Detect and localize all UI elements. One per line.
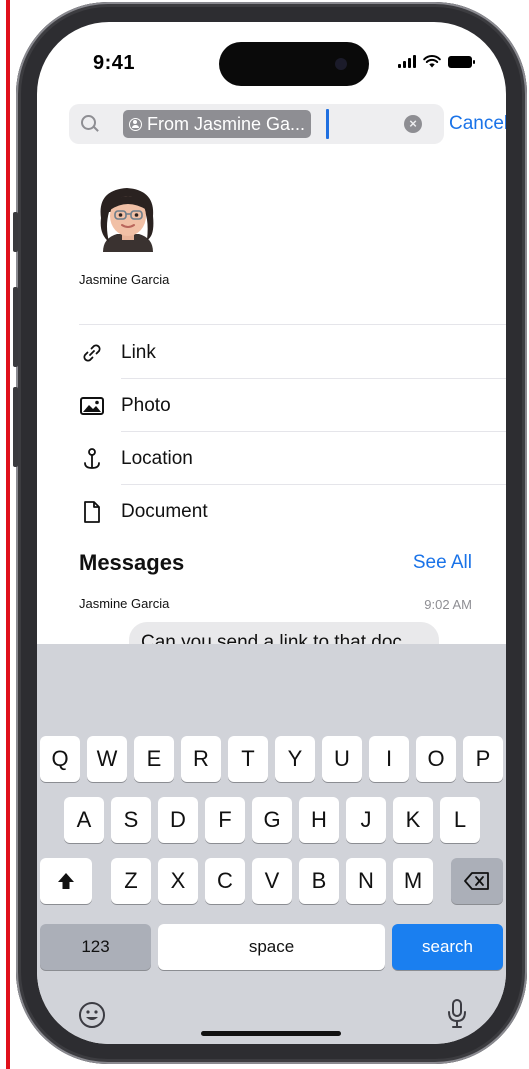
keyboard: Q W E R T Y U I O P A S D F G H J K L Z … [37, 644, 506, 1044]
search-key[interactable]: search [392, 924, 503, 970]
key-q[interactable]: Q [40, 736, 80, 782]
text-cursor [326, 109, 329, 139]
key-r[interactable]: R [181, 736, 221, 782]
key-g[interactable]: G [252, 797, 292, 843]
screen: 9:41 From Jasmine Ga... × Cancel Jasmine… [37, 22, 506, 1044]
numbers-key[interactable]: 123 [40, 924, 151, 970]
document-icon [79, 499, 105, 525]
emoji-icon[interactable] [77, 1000, 107, 1030]
clear-icon[interactable]: × [404, 115, 422, 133]
key-d[interactable]: D [158, 797, 198, 843]
category-label: Photo [121, 395, 171, 416]
cellular-signal-icon [398, 55, 416, 68]
divider [79, 324, 506, 325]
key-e[interactable]: E [134, 736, 174, 782]
category-row-document[interactable]: Document [79, 486, 506, 538]
action-button [13, 212, 18, 252]
key-c[interactable]: C [205, 858, 245, 904]
link-icon [79, 340, 105, 366]
camera-icon [335, 58, 347, 70]
key-n[interactable]: N [346, 858, 386, 904]
divider [121, 484, 506, 485]
home-indicator [201, 1031, 341, 1036]
key-u[interactable]: U [322, 736, 362, 782]
key-h[interactable]: H [299, 797, 339, 843]
search-token[interactable]: From Jasmine Ga... [123, 110, 312, 138]
search-icon [81, 115, 96, 130]
key-f[interactable]: F [205, 797, 245, 843]
category-label: Link [121, 342, 156, 363]
see-all-link[interactable]: See All [413, 552, 472, 574]
message-time: 9:02 AM [424, 597, 472, 612]
key-a[interactable]: A [64, 797, 104, 843]
space-key[interactable]: space [158, 924, 385, 970]
status-icons [398, 55, 475, 68]
key-v[interactable]: V [252, 858, 292, 904]
wifi-icon [423, 55, 441, 68]
key-w[interactable]: W [87, 736, 127, 782]
volume-up-button [13, 287, 18, 367]
phone-frame: 9:41 From Jasmine Ga... × Cancel Jasmine… [13, 2, 527, 1064]
cancel-button[interactable]: Cancel [449, 113, 506, 135]
category-label: Location [121, 448, 193, 469]
key-j[interactable]: J [346, 797, 386, 843]
annotation-line [6, 0, 10, 1069]
divider [121, 378, 506, 379]
key-z[interactable]: Z [111, 858, 151, 904]
location-pin-icon [79, 446, 105, 472]
search-bar: From Jasmine Ga... × Cancel [59, 104, 506, 144]
key-o[interactable]: O [416, 736, 456, 782]
category-row-location[interactable]: Location [79, 433, 506, 485]
key-t[interactable]: T [228, 736, 268, 782]
category-label: Document [121, 501, 208, 522]
person-icon [129, 117, 142, 131]
category-row-link[interactable]: Link [79, 327, 506, 379]
key-s[interactable]: S [111, 797, 151, 843]
key-b[interactable]: B [299, 858, 339, 904]
dynamic-island [219, 42, 369, 86]
status-time: 9:41 [93, 52, 136, 74]
key-p[interactable]: P [463, 736, 503, 782]
delete-key[interactable] [451, 858, 503, 904]
key-x[interactable]: X [158, 858, 198, 904]
key-i[interactable]: I [369, 736, 409, 782]
key-m[interactable]: M [393, 858, 433, 904]
volume-down-button [13, 387, 18, 467]
avatar[interactable] [89, 182, 167, 260]
messages-section-title: Messages [79, 550, 185, 575]
photo-icon [79, 393, 105, 419]
key-k[interactable]: K [393, 797, 433, 843]
search-token-label: From Jasmine Ga... [147, 113, 306, 134]
divider [121, 431, 506, 432]
key-y[interactable]: Y [275, 736, 315, 782]
contact-name: Jasmine Garcia [79, 272, 170, 287]
key-l[interactable]: L [440, 797, 480, 843]
message-sender: Jasmine Garcia [79, 596, 170, 611]
microphone-icon[interactable] [447, 998, 467, 1030]
delete-icon [464, 872, 489, 890]
category-row-photo[interactable]: Photo [79, 380, 506, 432]
battery-icon [448, 55, 475, 68]
shift-key[interactable] [40, 858, 92, 904]
shift-icon [58, 873, 74, 889]
